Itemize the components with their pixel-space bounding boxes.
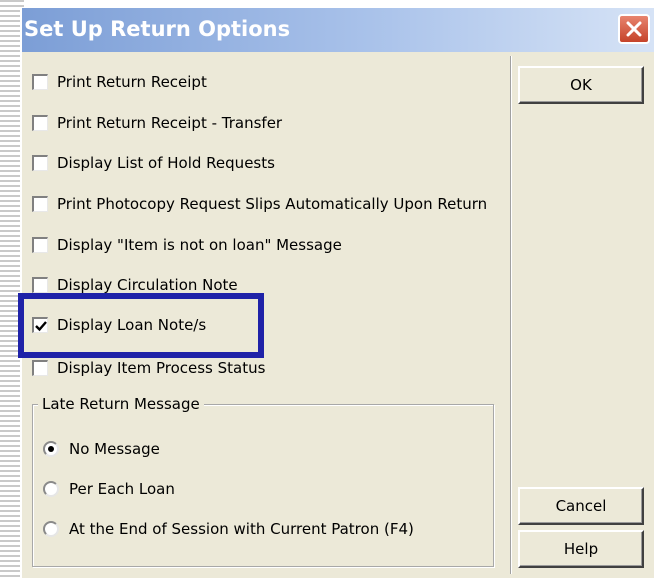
checkbox-display-item-process-status[interactable]: Display Item Process Status — [32, 357, 265, 379]
ok-button[interactable]: OK — [518, 66, 644, 104]
checkbox-box[interactable] — [32, 115, 48, 131]
checkbox-print-return-receipt-transfer[interactable]: Print Return Receipt - Transfer — [32, 112, 282, 134]
radio-label: Per Each Loan — [69, 480, 175, 498]
checkbox-display-item-not-on-loan-message[interactable]: Display "Item is not on loan" Message — [32, 234, 342, 256]
checkbox-box[interactable] — [32, 74, 48, 90]
checkbox-box[interactable] — [32, 360, 48, 376]
checkbox-box[interactable] — [32, 196, 48, 212]
checkbox-display-loan-notes[interactable]: Display Loan Note/s — [32, 314, 206, 336]
checkbox-label: Display Circulation Note — [57, 276, 238, 294]
checkbox-label: Display Loan Note/s — [57, 316, 207, 334]
vertical-divider — [510, 56, 512, 574]
cancel-button[interactable]: Cancel — [518, 487, 644, 525]
close-icon — [626, 21, 642, 37]
radio-per-each-loan[interactable]: Per Each Loan — [43, 478, 175, 500]
checkbox-label: Display Item Process Status — [57, 359, 266, 377]
checkbox-print-photocopy-request-slips[interactable]: Print Photocopy Request Slips Automatica… — [32, 193, 487, 215]
checkmark-icon — [35, 321, 47, 332]
checkbox-label: Display List of Hold Requests — [57, 154, 275, 172]
checkbox-box[interactable] — [32, 155, 48, 171]
checkbox-label: Print Return Receipt - Transfer — [57, 114, 283, 132]
checkbox-box[interactable] — [32, 317, 48, 333]
checkbox-label: Print Return Receipt — [57, 73, 207, 91]
checkbox-display-list-of-hold-requests[interactable]: Display List of Hold Requests — [32, 152, 275, 174]
radio-button[interactable] — [43, 481, 59, 497]
checkbox-box[interactable] — [32, 277, 48, 293]
radio-button[interactable] — [43, 441, 59, 457]
checkbox-box[interactable] — [32, 237, 48, 253]
radio-selected-dot — [48, 446, 54, 452]
dialog-title: Set Up Return Options — [24, 17, 291, 41]
checkbox-display-circulation-note[interactable]: Display Circulation Note — [32, 274, 238, 296]
title-bar: Set Up Return Options — [22, 8, 654, 52]
radio-button[interactable] — [43, 521, 59, 537]
close-button[interactable] — [618, 14, 650, 44]
checkbox-label: Print Photocopy Request Slips Automatica… — [57, 195, 488, 213]
radio-label: No Message — [69, 440, 160, 458]
set-up-return-options-dialog: Set Up Return Options Print Return Recei… — [18, 8, 654, 578]
help-button[interactable]: Help — [518, 530, 644, 568]
radio-label: At the End of Session with Current Patro… — [69, 520, 414, 538]
checkbox-print-return-receipt[interactable]: Print Return Receipt — [32, 71, 207, 93]
radio-end-of-session[interactable]: At the End of Session with Current Patro… — [43, 518, 414, 540]
radio-no-message[interactable]: No Message — [43, 438, 160, 460]
checkbox-label: Display "Item is not on loan" Message — [57, 236, 342, 254]
group-legend: Late Return Message — [38, 395, 204, 413]
